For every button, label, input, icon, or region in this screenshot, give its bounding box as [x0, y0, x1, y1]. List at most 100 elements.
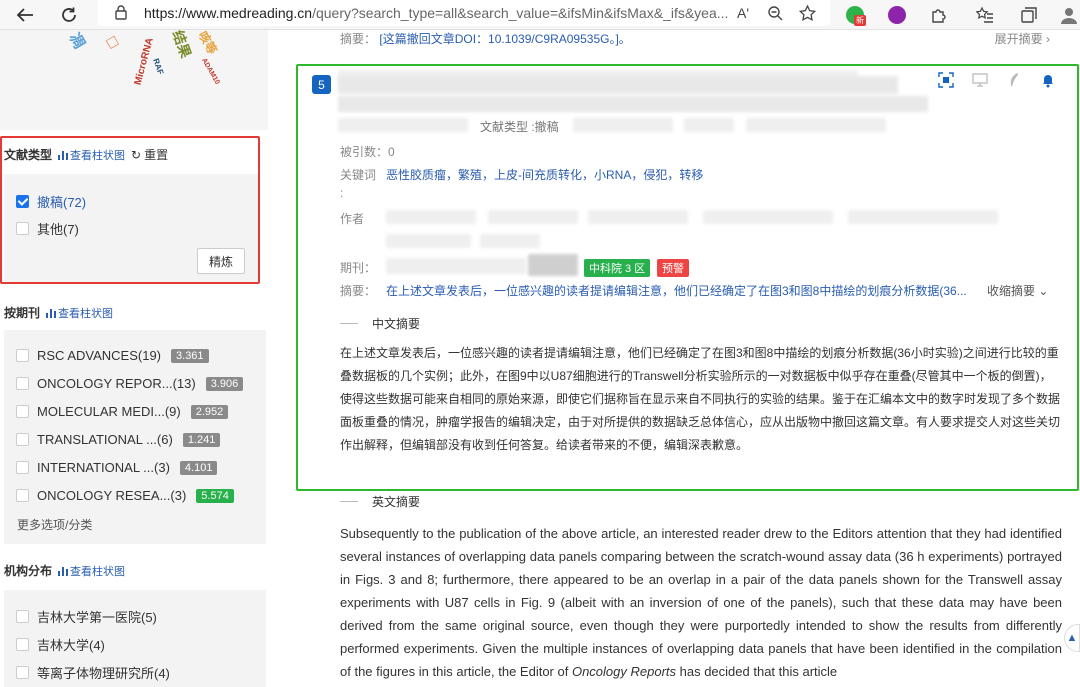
option-label: TRANSLATIONAL ...(6): [37, 432, 173, 447]
keyword-cloud: 凋 □ MicroRNA RAF 结果 咳等 ADAM10: [0, 30, 268, 130]
cited-label: 被引数：: [340, 145, 389, 159]
redacted-info: [684, 118, 734, 132]
profile-avatar-icon[interactable]: [1058, 4, 1080, 26]
abstract-preview: [这篇撤回文章DOI：10.1039/C9RA09535G。]。: [379, 32, 631, 46]
url-text[interactable]: https://www.medreading.cn/query?search_t…: [144, 5, 728, 21]
feather-icon[interactable]: [1006, 72, 1022, 88]
checkbox[interactable]: [16, 433, 29, 446]
refresh-icon[interactable]: [56, 3, 82, 27]
impact-factor-badge: 2.952: [190, 404, 229, 419]
reset-button[interactable]: ↻ 重置: [131, 146, 168, 163]
browser-toolbar: https://www.medreading.cn/query?search_t…: [0, 0, 1080, 30]
redacted-info: [573, 118, 673, 132]
extension-new-badge: 新: [854, 15, 866, 26]
refine-button[interactable]: 精炼: [197, 248, 245, 274]
checkbox[interactable]: [16, 405, 29, 418]
institution-option[interactable]: 吉林大学第一医院(5): [16, 607, 157, 626]
url-path: /query?search_type=all&search_value=&ifs…: [312, 5, 729, 21]
scan-icon[interactable]: [938, 72, 954, 88]
cloud-word[interactable]: ADAM10: [200, 57, 220, 85]
keywords-value[interactable]: 恶性胶质瘤，繁殖，上皮-间充质转化，小RNA，侵犯，转移: [386, 166, 703, 183]
bar-chart-icon: [58, 566, 69, 576]
doc-type-option-retracted[interactable]: 撤稿(72): [16, 192, 86, 211]
option-label: 吉林大学第一医院(5): [37, 610, 157, 625]
divider-line: [340, 501, 358, 502]
checkbox[interactable]: [16, 377, 29, 390]
option-label: MOLECULAR MEDI...(9): [37, 404, 181, 419]
redacted-journal: [528, 254, 578, 276]
institution-chart-link[interactable]: 查看柱状图: [58, 563, 125, 579]
option-label: ONCOLOGY REPOR...(13): [37, 376, 196, 391]
checkbox[interactable]: [16, 222, 29, 235]
journal-option[interactable]: ONCOLOGY RESEA...(3) 5.574: [16, 488, 234, 503]
lock-icon[interactable]: [114, 4, 128, 20]
cn-abstract-header: 中文摘要: [340, 315, 420, 332]
cloud-word[interactable]: RAF: [151, 57, 165, 76]
cloud-word[interactable]: 凋: [65, 30, 91, 52]
checkbox[interactable]: [16, 461, 29, 474]
checkbox[interactable]: [16, 489, 29, 502]
previous-abstract-row: 摘要： [这篇撤回文章DOI：10.1039/C9RA09535G。]。: [340, 30, 631, 47]
option-label: RSC ADVANCES(19): [37, 348, 162, 363]
journal-option[interactable]: MOLECULAR MEDI...(9) 2.952: [16, 404, 229, 419]
en-abstract-journal: Oncology Reports: [571, 664, 677, 679]
cloud-word[interactable]: 结果: [168, 30, 196, 61]
redacted-info: [746, 118, 886, 132]
institution-option[interactable]: 等离子体物理研究所(4): [16, 663, 170, 682]
cited-count: 0: [388, 145, 395, 159]
checkbox[interactable]: [16, 610, 29, 623]
journal-option[interactable]: INTERNATIONAL ...(3) 4.101: [16, 460, 218, 475]
doc-type-chart-link[interactable]: 查看柱状图: [58, 147, 125, 163]
cn-abstract-text: 在上述文章发表后，一位感兴趣的读者提请编辑注意，他们已经确定了在图3和图8中描绘…: [340, 346, 1061, 452]
bar-chart-icon: [58, 150, 69, 160]
chart-link-label: 查看柱状图: [70, 565, 126, 578]
impact-factor-badge: 4.101: [179, 460, 218, 475]
cloud-word[interactable]: □: [104, 33, 121, 53]
en-abstract-header: 英文摘要: [340, 493, 420, 510]
checkbox[interactable]: [16, 349, 29, 362]
extension-green-icon[interactable]: 新: [844, 4, 866, 26]
cited-row: 被引数：0: [340, 143, 395, 160]
filter-sidebar: 凋 □ MicroRNA RAF 结果 咳等 ADAM10 文献类型 查看柱状图…: [0, 30, 268, 687]
doc-type-title: 文献类型: [4, 148, 53, 162]
journal-option[interactable]: RSC ADVANCES(19) 3.361: [16, 348, 209, 363]
address-bar[interactable]: https://www.medreading.cn/query?search_t…: [98, 0, 830, 26]
favorite-star-icon[interactable]: [796, 3, 818, 23]
checkbox[interactable]: [16, 638, 29, 651]
more-options-link[interactable]: 更多选项/分类: [17, 516, 92, 533]
extension-purple-icon[interactable]: [886, 4, 908, 26]
redacted-author: [386, 234, 471, 248]
journal-chart-link[interactable]: 查看柱状图: [46, 305, 113, 321]
results-panel: 摘要： [这篇撤回文章DOI：10.1039/C9RA09535G。]。 展开摘…: [268, 30, 1080, 687]
collections-icon[interactable]: [1018, 4, 1040, 26]
journal-option[interactable]: TRANSLATIONAL ...(6) 1.241: [16, 432, 221, 447]
collapse-abstract-link[interactable]: 收缩摘要 ⌄: [987, 282, 1048, 299]
impact-factor-badge: 3.361: [171, 348, 209, 363]
abstract-label: 摘要：: [340, 32, 377, 46]
abstract-label: 摘要：: [340, 284, 377, 298]
checkbox[interactable]: [16, 666, 29, 679]
monitor-icon[interactable]: [972, 72, 988, 88]
doc-type-option-other[interactable]: 其他(7): [16, 219, 79, 238]
bell-icon[interactable]: [1040, 72, 1056, 88]
warning-tag: 预警: [657, 259, 689, 277]
zoom-out-icon[interactable]: [764, 3, 786, 23]
result-number-badge: 5: [312, 75, 331, 94]
impact-factor-badge: 3.906: [205, 376, 244, 391]
expand-abstract-link[interactable]: 展开摘要 ›: [995, 30, 1050, 47]
favorites-list-icon[interactable]: [974, 4, 996, 26]
institution-option[interactable]: 吉林大学(4): [16, 635, 105, 654]
back-arrow-icon[interactable]: [12, 3, 38, 27]
extensions-puzzle-icon[interactable]: [928, 4, 950, 26]
en-abstract-part: Subsequently to the publication of the a…: [340, 526, 1062, 679]
reset-icon: ↻: [131, 147, 142, 162]
checkbox[interactable]: [16, 195, 29, 208]
option-label: INTERNATIONAL ...(3): [37, 460, 170, 475]
journal-option[interactable]: ONCOLOGY REPOR...(13) 3.906: [16, 376, 244, 391]
divider-line: [340, 323, 358, 324]
institution-header: 机构分布 查看柱状图: [4, 562, 125, 579]
cloud-word[interactable]: 咳等: [195, 30, 222, 57]
redacted-author: [386, 210, 476, 224]
option-label: ONCOLOGY RESEA...(3): [37, 488, 187, 503]
read-aloud-icon[interactable]: Aʹ: [732, 3, 754, 23]
